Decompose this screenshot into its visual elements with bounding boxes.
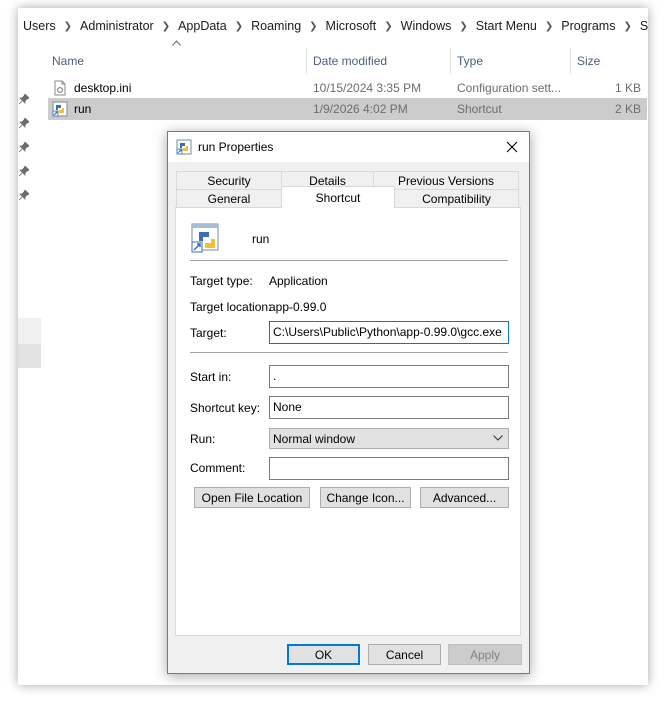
pin-icon[interactable]: [19, 190, 29, 200]
tab-general[interactable]: General: [176, 189, 282, 208]
change-icon-button[interactable]: Change Icon...: [320, 487, 411, 508]
comment-label: Comment:: [190, 461, 246, 475]
breadcrumb-start-menu[interactable]: Start Menu: [474, 19, 539, 33]
column-divider[interactable]: [306, 48, 307, 74]
run-label: Run:: [190, 432, 216, 446]
breadcrumb-startup[interactable]: Startup: [638, 19, 648, 33]
shortcut-name: run: [252, 232, 270, 246]
tab-compatibility[interactable]: Compatibility: [394, 189, 519, 208]
run-select[interactable]: Normal window: [269, 428, 509, 449]
column-divider[interactable]: [570, 48, 571, 74]
breadcrumb-users[interactable]: Users: [21, 19, 58, 33]
python-shortcut-icon: [52, 101, 68, 117]
sort-ascending-icon: [172, 40, 181, 46]
close-icon: [506, 141, 518, 153]
breadcrumb: Users ❯ Administrator ❯ AppData ❯ Roamin…: [18, 14, 648, 38]
breadcrumb-appdata[interactable]: AppData: [176, 19, 229, 33]
chevron-right-icon: ❯: [384, 20, 393, 32]
pin-icon[interactable]: [19, 118, 29, 128]
settings-file-icon: [54, 80, 66, 96]
dialog-titlebar[interactable]: run Properties: [168, 132, 529, 162]
chevron-right-icon: ❯: [234, 20, 244, 32]
pin-icon[interactable]: [19, 142, 29, 152]
breadcrumb-administrator[interactable]: Administrator: [78, 19, 156, 33]
file-date: 1/9/2026 4:02 PM: [313, 102, 408, 116]
file-row-desktop-ini[interactable]: desktop.ini 10/15/2024 3:35 PM Configura…: [48, 77, 647, 99]
file-type: Configuration sett...: [457, 81, 562, 95]
start-in-label: Start in:: [190, 370, 232, 384]
pin-icon[interactable]: [19, 166, 29, 176]
chevron-right-icon: ❯: [544, 20, 554, 32]
tab-shortcut[interactable]: Shortcut: [281, 186, 395, 208]
column-header-name[interactable]: Name: [52, 48, 84, 74]
chevron-right-icon: ❯: [161, 20, 171, 32]
chevron-right-icon: ❯: [309, 20, 318, 32]
breadcrumb-microsoft[interactable]: Microsoft: [324, 19, 379, 33]
dialog-title: run Properties: [198, 140, 274, 154]
chevron-right-icon: ❯: [623, 20, 632, 32]
close-button[interactable]: [495, 132, 529, 162]
breadcrumb-programs[interactable]: Programs: [559, 19, 617, 33]
breadcrumb-roaming[interactable]: Roaming: [249, 19, 303, 33]
file-row-run[interactable]: run 1/9/2026 4:02 PM Shortcut 2 KB: [48, 98, 647, 120]
target-input[interactable]: C:\Users\Public\Python\app-0.99.0\gcc.ex…: [269, 321, 509, 344]
divider: [190, 352, 508, 353]
target-type-value: Application: [269, 274, 328, 288]
target-type-label: Target type:: [190, 274, 253, 288]
file-date: 10/15/2024 3:35 PM: [313, 81, 422, 95]
advanced-button[interactable]: Advanced...: [420, 487, 509, 508]
column-header-date-modified[interactable]: Date modified: [313, 48, 387, 74]
file-name: desktop.ini: [74, 81, 132, 95]
file-size: 1 KB: [614, 81, 641, 95]
column-divider[interactable]: [450, 48, 451, 74]
cancel-button[interactable]: Cancel: [368, 644, 441, 665]
file-type: Shortcut: [457, 102, 502, 116]
target-location-label: Target location:: [190, 300, 272, 314]
divider: [190, 260, 508, 261]
shortcut-tab-panel: run Target type: Application Target loca…: [175, 207, 521, 636]
shortcut-key-input[interactable]: None: [269, 396, 509, 419]
column-header-size[interactable]: Size: [577, 48, 600, 74]
chevron-right-icon: ❯: [459, 20, 468, 32]
python-shortcut-icon: [176, 139, 192, 155]
chevron-down-icon: [493, 435, 503, 441]
chevron-right-icon: ❯: [63, 20, 73, 32]
properties-dialog: run Properties Security Details Previous…: [167, 131, 530, 674]
apply-button[interactable]: Apply: [448, 644, 522, 665]
target-label: Target:: [190, 326, 227, 340]
file-size: 2 KB: [614, 102, 641, 116]
open-file-location-button[interactable]: Open File Location: [194, 487, 310, 508]
column-header-type[interactable]: Type: [457, 48, 483, 74]
shortcut-key-label: Shortcut key:: [190, 401, 261, 415]
breadcrumb-windows[interactable]: Windows: [399, 19, 454, 33]
target-location-value: app-0.99.0: [269, 300, 327, 314]
python-shortcut-icon: [191, 223, 219, 253]
tab-security[interactable]: Security: [176, 171, 282, 190]
nav-item-hover[interactable]: [18, 318, 41, 344]
nav-item-selected[interactable]: [18, 344, 41, 368]
pin-icon[interactable]: [19, 94, 29, 104]
comment-input[interactable]: [269, 457, 509, 480]
run-select-value: Normal window: [273, 432, 356, 446]
ok-button[interactable]: OK: [287, 644, 360, 665]
file-name: run: [74, 102, 92, 116]
start-in-input[interactable]: .: [269, 365, 509, 388]
